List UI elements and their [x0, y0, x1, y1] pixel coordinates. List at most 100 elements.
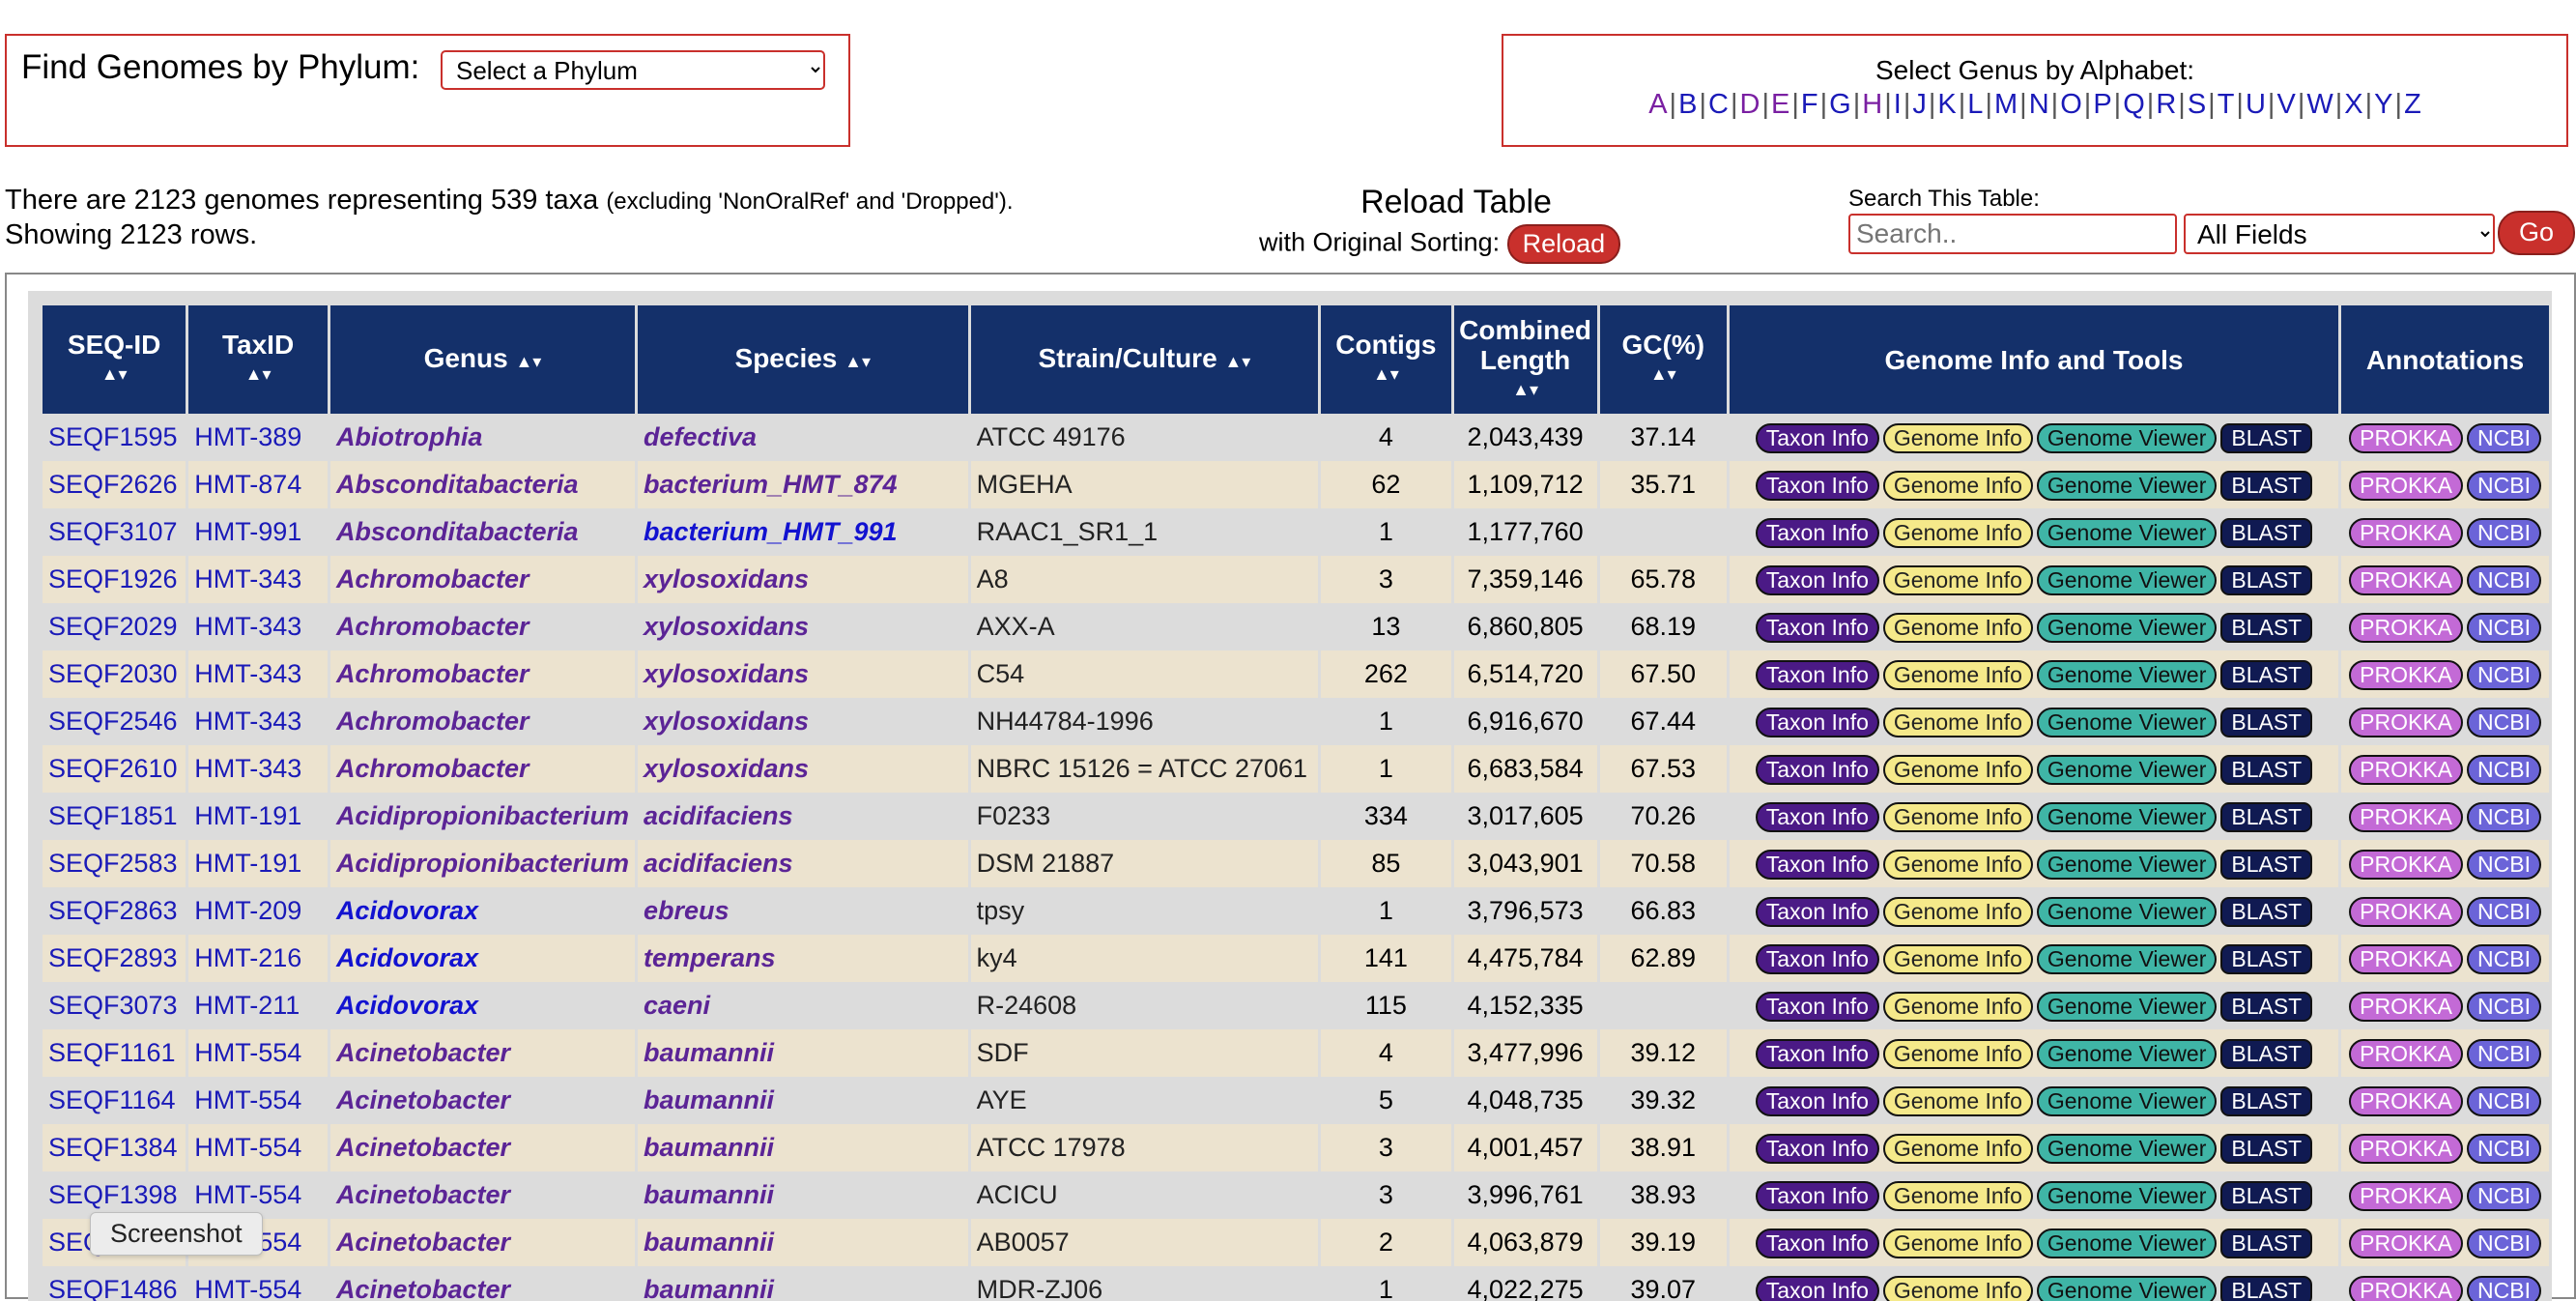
genome-viewer-button[interactable]: Genome Viewer — [2037, 850, 2218, 880]
ncbi-button[interactable]: NCBI — [2467, 1134, 2541, 1164]
genome-info-button[interactable]: Genome Info — [1883, 565, 2033, 595]
col-strain[interactable]: Strain/Culture ▲▾ — [971, 305, 1319, 414]
genome-viewer-button[interactable]: Genome Viewer — [2037, 992, 2218, 1022]
taxid-link[interactable]: HMT-991 — [194, 517, 301, 546]
search-input[interactable] — [1848, 214, 2177, 254]
species-cell[interactable]: bacterium_HMT_991 — [638, 508, 968, 556]
seqid-link[interactable]: SEQF1384 — [48, 1133, 178, 1162]
ncbi-button[interactable]: NCBI — [2467, 1276, 2541, 1301]
genus-cell[interactable]: Achromobacter — [330, 650, 635, 698]
prokka-button[interactable]: PROKKA — [2349, 1134, 2463, 1164]
alphabet-link-c[interactable]: C — [1708, 89, 1729, 120]
genus-cell[interactable]: Achromobacter — [330, 745, 635, 793]
alphabet-link-q[interactable]: Q — [2123, 89, 2145, 120]
genus-cell[interactable]: Acinetobacter — [330, 1124, 635, 1171]
taxon-info-button[interactable]: Taxon Info — [1756, 708, 1879, 737]
prokka-button[interactable]: PROKKA — [2349, 518, 2463, 548]
taxon-info-button[interactable]: Taxon Info — [1756, 1134, 1879, 1164]
genome-info-button[interactable]: Genome Info — [1883, 1134, 2033, 1164]
genome-viewer-button[interactable]: Genome Viewer — [2037, 660, 2218, 690]
prokka-button[interactable]: PROKKA — [2349, 802, 2463, 832]
seqid-link[interactable]: SEQF3107 — [48, 517, 178, 546]
genome-info-button[interactable]: Genome Info — [1883, 802, 2033, 832]
genome-info-button[interactable]: Genome Info — [1883, 660, 2033, 690]
genome-viewer-button[interactable]: Genome Viewer — [2037, 802, 2218, 832]
genome-viewer-button[interactable]: Genome Viewer — [2037, 565, 2218, 595]
taxon-info-button[interactable]: Taxon Info — [1756, 1181, 1879, 1211]
genome-viewer-button[interactable]: Genome Viewer — [2037, 471, 2218, 501]
alphabet-link-b[interactable]: B — [1678, 89, 1697, 120]
alphabet-link-o[interactable]: O — [2060, 89, 2082, 120]
taxid-link[interactable]: HMT-554 — [194, 1085, 301, 1114]
genome-viewer-button[interactable]: Genome Viewer — [2037, 1181, 2218, 1211]
genome-info-button[interactable]: Genome Info — [1883, 708, 2033, 737]
genome-viewer-button[interactable]: Genome Viewer — [2037, 1276, 2218, 1301]
species-cell[interactable]: xylosoxidans — [638, 603, 968, 650]
species-cell[interactable]: acidifaciens — [638, 793, 968, 840]
genome-info-button[interactable]: Genome Info — [1883, 992, 2033, 1022]
genus-cell[interactable]: Achromobacter — [330, 603, 635, 650]
blast-button[interactable]: BLAST — [2220, 1134, 2312, 1164]
genome-viewer-button[interactable]: Genome Viewer — [2037, 518, 2218, 548]
genome-info-button[interactable]: Genome Info — [1883, 897, 2033, 927]
taxid-link[interactable]: HMT-874 — [194, 470, 301, 499]
blast-button[interactable]: BLAST — [2220, 897, 2312, 927]
taxon-info-button[interactable]: Taxon Info — [1756, 897, 1879, 927]
seqid-link[interactable]: SEQF1595 — [48, 422, 178, 451]
ncbi-button[interactable]: NCBI — [2467, 471, 2541, 501]
alphabet-link-v[interactable]: V — [2276, 89, 2295, 120]
genus-cell[interactable]: Acinetobacter — [330, 1266, 635, 1301]
alphabet-link-i[interactable]: I — [1894, 89, 1902, 120]
ncbi-button[interactable]: NCBI — [2467, 660, 2541, 690]
blast-button[interactable]: BLAST — [2220, 802, 2312, 832]
alphabet-link-x[interactable]: X — [2344, 89, 2362, 120]
taxon-info-button[interactable]: Taxon Info — [1756, 471, 1879, 501]
ncbi-button[interactable]: NCBI — [2467, 518, 2541, 548]
genome-viewer-button[interactable]: Genome Viewer — [2037, 944, 2218, 974]
species-cell[interactable]: xylosoxidans — [638, 650, 968, 698]
prokka-button[interactable]: PROKKA — [2349, 1229, 2463, 1258]
species-cell[interactable]: caeni — [638, 982, 968, 1029]
taxon-info-button[interactable]: Taxon Info — [1756, 755, 1879, 785]
ncbi-button[interactable]: NCBI — [2467, 1229, 2541, 1258]
alphabet-link-t[interactable]: T — [2218, 89, 2235, 120]
prokka-button[interactable]: PROKKA — [2349, 992, 2463, 1022]
blast-button[interactable]: BLAST — [2220, 1229, 2312, 1258]
species-cell[interactable]: baumannii — [638, 1171, 968, 1219]
genus-cell[interactable]: Achromobacter — [330, 698, 635, 745]
genome-info-button[interactable]: Genome Info — [1883, 1181, 2033, 1211]
alphabet-link-l[interactable]: L — [1967, 89, 1983, 120]
blast-button[interactable]: BLAST — [2220, 565, 2312, 595]
alphabet-link-h[interactable]: H — [1862, 89, 1882, 120]
blast-button[interactable]: BLAST — [2220, 1039, 2312, 1069]
alphabet-link-f[interactable]: F — [1801, 89, 1818, 120]
search-field-select[interactable]: All Fields — [2184, 214, 2495, 254]
species-cell[interactable]: xylosoxidans — [638, 556, 968, 603]
ncbi-button[interactable]: NCBI — [2467, 565, 2541, 595]
species-cell[interactable]: acidifaciens — [638, 840, 968, 887]
table-scroll-area[interactable]: SEQ-ID▲▾ TaxID▲▾ Genus ▲▾ Species ▲▾ Str… — [28, 291, 2552, 1301]
genus-cell[interactable]: Acinetobacter — [330, 1077, 635, 1124]
prokka-button[interactable]: PROKKA — [2349, 1181, 2463, 1211]
ncbi-button[interactable]: NCBI — [2467, 992, 2541, 1022]
genus-cell[interactable]: Acinetobacter — [330, 1219, 635, 1266]
taxon-info-button[interactable]: Taxon Info — [1756, 518, 1879, 548]
species-cell[interactable]: ebreus — [638, 887, 968, 935]
prokka-button[interactable]: PROKKA — [2349, 1276, 2463, 1301]
genus-cell[interactable]: Achromobacter — [330, 556, 635, 603]
ncbi-button[interactable]: NCBI — [2467, 1181, 2541, 1211]
genome-info-button[interactable]: Genome Info — [1883, 1039, 2033, 1069]
col-genus[interactable]: Genus ▲▾ — [330, 305, 635, 414]
alphabet-link-y[interactable]: Y — [2374, 89, 2392, 120]
species-cell[interactable]: xylosoxidans — [638, 745, 968, 793]
taxon-info-button[interactable]: Taxon Info — [1756, 944, 1879, 974]
genome-viewer-button[interactable]: Genome Viewer — [2037, 897, 2218, 927]
seqid-link[interactable]: SEQF2029 — [48, 612, 178, 641]
genome-info-button[interactable]: Genome Info — [1883, 423, 2033, 453]
ncbi-button[interactable]: NCBI — [2467, 613, 2541, 643]
blast-button[interactable]: BLAST — [2220, 1086, 2312, 1116]
taxon-info-button[interactable]: Taxon Info — [1756, 1229, 1879, 1258]
genome-viewer-button[interactable]: Genome Viewer — [2037, 755, 2218, 785]
blast-button[interactable]: BLAST — [2220, 660, 2312, 690]
taxid-link[interactable]: HMT-343 — [194, 754, 301, 783]
